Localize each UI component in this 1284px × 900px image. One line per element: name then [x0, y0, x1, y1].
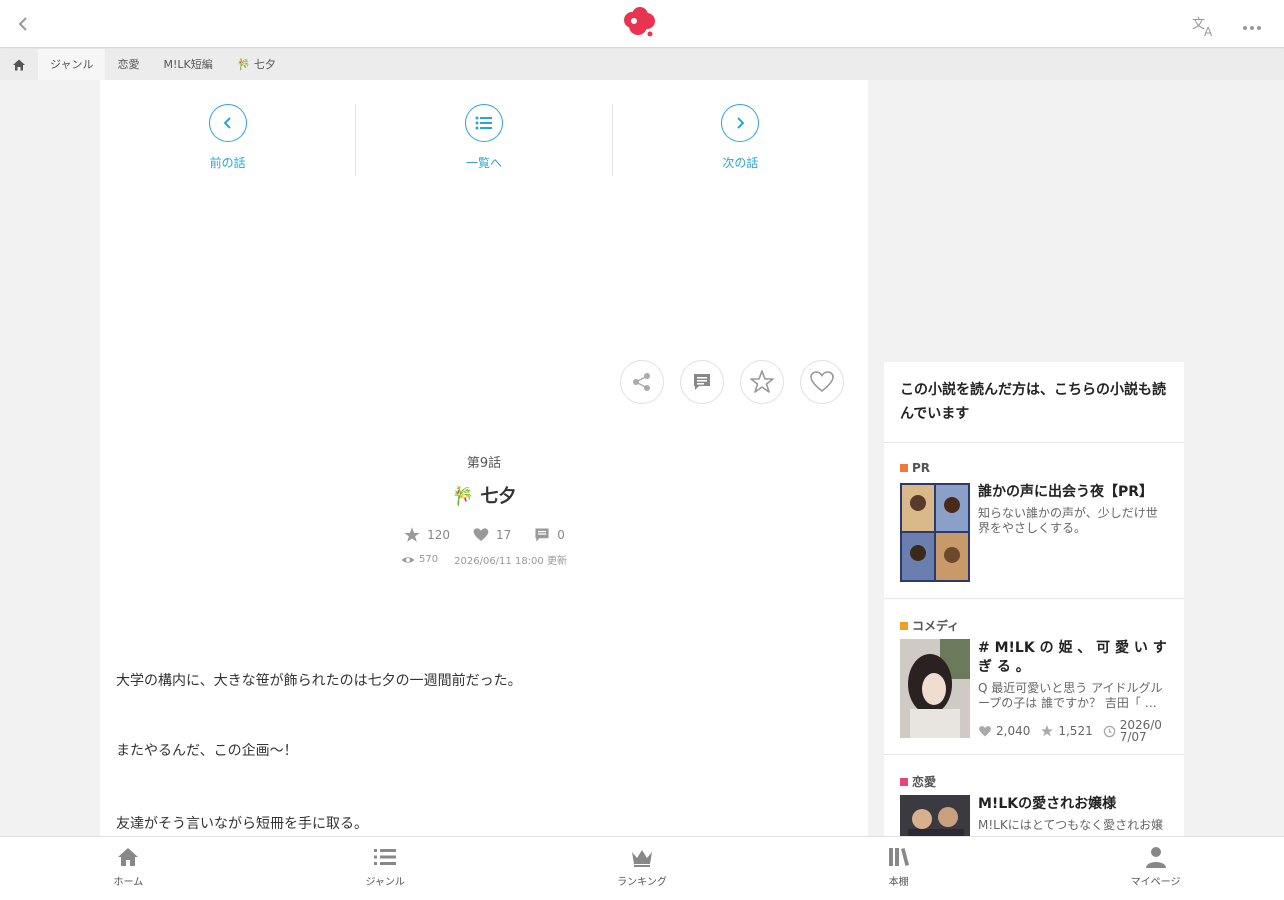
genre-label: PR [912, 461, 931, 475]
home-icon [118, 848, 139, 866]
heart-count: 17 [472, 526, 511, 544]
bottom-navigation: ホーム ジャンル ランキング 本棚 マイページ [0, 836, 1284, 900]
comment-icon[interactable] [680, 360, 724, 404]
cover-thumbnail [900, 795, 970, 836]
breadcrumb-item-series[interactable]: M!LK短編 [151, 49, 224, 80]
cover-thumbnail [900, 639, 970, 738]
episode-meta: 570 2026/06/11 18:00 更新 [100, 552, 868, 567]
genre-square-icon [900, 621, 908, 630]
comment-filled-icon [535, 528, 549, 542]
recommendation-panel: この小説を読んだ方は、こちらの小説も読んでいます PR 誰かの声に出会う夜【PR… [884, 362, 1184, 836]
card-date-value: 2026/07/07 [1119, 718, 1162, 744]
comment-count: 0 [533, 526, 565, 544]
prev-episode-button[interactable]: 前の話 [100, 104, 357, 176]
recommendation-card[interactable]: 恋愛 M!LKの愛されお嬢様 M!LKにはとてつもなく愛されお嬢 [884, 755, 1184, 836]
episode-number: 第9話 [466, 456, 502, 471]
card-stats: 2,040 1,521 2026/07/07 [978, 719, 1178, 743]
card-description: Q 最近可愛いと思う アイドルグループの子は 誰ですか？ 吉田「 … [978, 681, 1163, 710]
body-paragraph: 大学の構内に、大きな笹が飾られたのは七夕の一週間前だった。 [116, 673, 522, 689]
bottom-nav-bookshelf[interactable]: 本棚 [770, 837, 1027, 900]
back-icon[interactable] [12, 12, 36, 36]
bottom-nav-label: ランキング [617, 877, 667, 888]
chevron-left-icon [208, 104, 247, 142]
cover-thumbnail [900, 483, 970, 582]
card-description: M!LKにはとてつもなく愛されお嬢 [978, 818, 1164, 832]
eye-icon [402, 556, 415, 563]
body-paragraph: 友達がそう言いながら短冊を手に取る。 [116, 816, 368, 832]
bottom-nav-label: ホーム [113, 877, 144, 888]
recommendation-card[interactable]: コメディ # M!LK の 姫 、 可 愛 い す ぎ る 。 Q 最近可愛いと… [884, 599, 1184, 755]
genre-tag: コメディ [900, 617, 959, 634]
bottom-nav-ranking[interactable]: ランキング [514, 837, 771, 900]
heart-filled-icon [979, 725, 991, 736]
breadcrumb-item-romance[interactable]: 恋愛 [105, 49, 151, 80]
recommendation-card[interactable]: PR 誰かの声に出会う夜【PR】 知らない誰かの声が、少しだけ世界をやさしくする… [884, 443, 1184, 599]
brand-logo-icon[interactable] [620, 6, 658, 40]
episode-list-label: 一覧へ [465, 156, 502, 170]
genre-label: 恋愛 [912, 775, 937, 789]
translate-icon[interactable]: 文 A [1190, 14, 1218, 39]
bottom-nav-label: ジャンル [365, 877, 405, 888]
bottom-nav-genre[interactable]: ジャンル [257, 837, 514, 900]
view-count-value: 570 [419, 554, 439, 565]
list-icon [374, 849, 397, 865]
card-heart-value: 2,040 [996, 724, 1031, 738]
main-content: 前の話 一覧へ 次の話 第9話 🎋 七夕 120 17 0 570 2026/0… [100, 80, 868, 836]
heart-icon[interactable] [800, 360, 844, 404]
card-date: 2026/07/07 [1103, 719, 1170, 743]
episode-stats: 120 17 0 [100, 526, 868, 544]
episode-navigation: 前の話 一覧へ 次の話 [100, 104, 868, 176]
view-count: 570 [401, 552, 438, 567]
episode-title: 🎋 七夕 [451, 486, 517, 507]
updated-date: 2026/06/11 18:00 更新 [454, 556, 567, 567]
card-star-value: 1,521 [1058, 724, 1093, 738]
heart-filled-icon [473, 528, 489, 541]
genre-tag: PR [900, 461, 930, 475]
genre-square-icon [900, 464, 908, 472]
recommendation-heading: この小説を読んだ方は、こちらの小説も読んでいます [884, 362, 1184, 443]
star-count: 120 [403, 526, 450, 544]
genre-tag: 恋愛 [900, 773, 936, 790]
breadcrumb-item-episode: 🎋 七夕 [236, 58, 276, 71]
episode-list-button[interactable]: 一覧へ [356, 104, 613, 176]
card-heart-count: 2,040 [978, 724, 1030, 738]
bottom-nav-home[interactable]: ホーム [0, 837, 257, 900]
share-icon[interactable] [620, 360, 664, 404]
card-title: M!LKの愛されお嬢様 [978, 796, 1117, 812]
svg-text:A: A [1204, 25, 1213, 38]
prev-episode-label: 前の話 [209, 156, 246, 170]
clock-icon [1103, 725, 1115, 737]
action-buttons [620, 360, 850, 408]
star-filled-icon [404, 527, 420, 542]
bookshelf-icon [888, 848, 909, 866]
chevron-right-icon [721, 104, 760, 142]
crown-icon [631, 850, 652, 867]
more-icon[interactable] [1240, 16, 1264, 40]
breadcrumb-item-genre[interactable]: ジャンル [38, 49, 106, 80]
bottom-nav-mypage[interactable]: マイページ [1027, 837, 1284, 900]
breadcrumb: ジャンル 恋愛 M!LK短編 🎋 七夕 [0, 49, 1284, 80]
heart-count-value: 17 [495, 528, 512, 542]
star-count-value: 120 [427, 528, 450, 542]
bottom-nav-label: 本棚 [888, 877, 909, 888]
comment-count-value: 0 [557, 528, 565, 542]
body-paragraph: またやるんだ、この企画〜！ [116, 743, 298, 759]
bottom-nav-label: マイページ [1130, 877, 1181, 888]
star-icon[interactable] [740, 360, 784, 404]
card-title: 誰かの声に出会う夜【PR】 [978, 484, 1154, 500]
genre-label: コメディ [912, 619, 960, 633]
top-bar: 文 A [0, 0, 1284, 48]
next-episode-button[interactable]: 次の話 [613, 104, 868, 176]
next-episode-label: 次の話 [722, 156, 759, 170]
card-description: 知らない誰かの声が、少しだけ世界をやさしくする。 [978, 506, 1158, 535]
card-star-count: 1,521 [1040, 724, 1093, 738]
card-title: # M!LK の 姫 、 可 愛 い す ぎ る 。 [978, 640, 1167, 675]
list-icon [464, 104, 503, 142]
star-filled-icon [1041, 725, 1054, 737]
home-icon[interactable] [0, 49, 38, 80]
genre-square-icon [900, 777, 908, 786]
user-icon [1145, 847, 1166, 868]
